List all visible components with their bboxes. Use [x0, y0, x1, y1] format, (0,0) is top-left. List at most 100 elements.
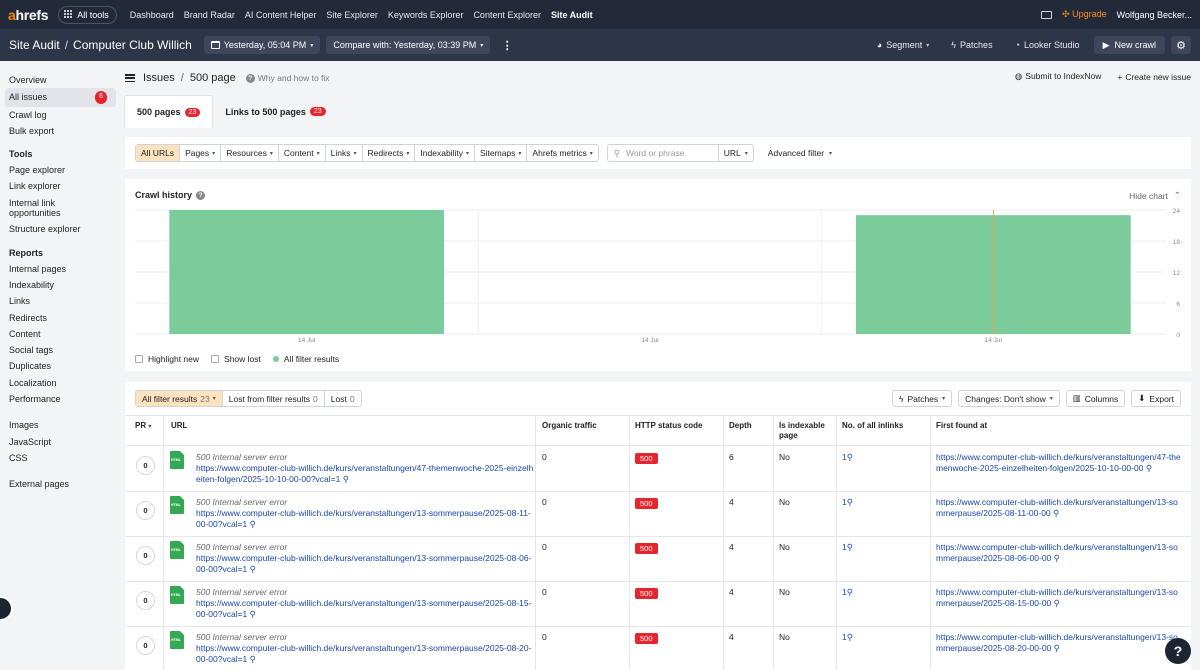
nav-dashboard[interactable]: Dashboard — [125, 10, 179, 20]
section-title[interactable]: Site Audit — [9, 38, 60, 52]
inlinks-link[interactable]: 1⚲ — [842, 587, 853, 598]
table-row[interactable]: 0 HTML 500 Internal server error https://ww… — [125, 582, 1191, 627]
segment-lost-from-filter[interactable]: Lost from filter results 0 — [223, 391, 325, 406]
table-row[interactable]: 0 HTML 500 Internal server error https://ww… — [125, 537, 1191, 582]
filter-all-urls[interactable]: All URLs — [136, 145, 181, 161]
why-how-to-fix-link[interactable]: ? Why and how to fix — [245, 73, 330, 83]
submit-indexnow-button[interactable]: ◍ Submit to IndexNow — [1015, 71, 1102, 82]
url-link[interactable]: https://www.computer-club-willich.de/kur… — [196, 508, 534, 530]
inlinks-link[interactable]: 1⚲ — [842, 452, 853, 463]
export-button[interactable]: ⬇ Export — [1131, 390, 1181, 407]
search-icon[interactable]: ⚲ — [250, 519, 256, 529]
search-icon[interactable]: ⚲ — [250, 654, 256, 664]
url-link[interactable]: https://www.computer-club-willich.de/kur… — [196, 643, 534, 665]
nav-content-explorer[interactable]: Content Explorer — [468, 10, 546, 20]
sidebar-item-structure-explorer[interactable]: Structure explorer — [0, 221, 116, 237]
date-selector[interactable]: Yesterday, 05:04 PM ▾ — [203, 36, 321, 54]
url-link[interactable]: https://www.computer-club-willich.de/kur… — [196, 598, 534, 620]
sidebar-item-external-pages[interactable]: External pages — [0, 476, 116, 492]
first-found-link[interactable]: https://www.computer-club-willich.de/kur… — [936, 542, 1181, 564]
col-is-indexable[interactable]: Is indexable page — [779, 421, 834, 441]
nav-keywords-explorer[interactable]: Keywords Explorer — [383, 10, 469, 20]
sidebar-item-bulk-export[interactable]: Bulk export — [0, 123, 116, 139]
columns-button[interactable]: ▥ Columns — [1065, 390, 1126, 407]
col-first-found[interactable]: First found at — [936, 421, 987, 431]
sidebar-item-images[interactable]: Images — [0, 417, 116, 433]
all-tools-button[interactable]: All tools — [58, 5, 117, 24]
sidebar-item-internal-pages[interactable]: Internal pages — [0, 261, 116, 277]
show-lost-checkbox[interactable]: Show lost — [211, 354, 261, 364]
filter-sitemaps[interactable]: Sitemaps ▾ — [475, 145, 528, 161]
url-select[interactable]: URL ▾ — [719, 145, 753, 161]
inlinks-link[interactable]: 1⚲ — [842, 632, 853, 643]
first-found-link[interactable]: https://www.computer-club-willich.de/kur… — [936, 497, 1181, 519]
advanced-filter-button[interactable]: Advanced filter ▾ — [768, 148, 832, 158]
sidebar-item-page-explorer[interactable]: Page explorer — [0, 162, 116, 178]
sidebar-item-duplicates[interactable]: Duplicates — [0, 358, 116, 374]
segment-lost[interactable]: Lost 0 — [325, 391, 361, 406]
settings-button[interactable]: ⚙ — [1171, 36, 1191, 54]
patches-button[interactable]: ϟ Patches — [943, 40, 1000, 50]
filter-links[interactable]: Links ▾ — [326, 145, 363, 161]
sidebar-item-javascript[interactable]: JavaScript — [0, 434, 116, 450]
new-crawl-button[interactable]: ▶ New crawl — [1093, 36, 1165, 54]
chart-bar[interactable] — [169, 210, 445, 334]
nav-site-audit[interactable]: Site Audit — [546, 10, 598, 20]
col-depth[interactable]: Depth — [729, 421, 752, 431]
segment-button[interactable]: ◕ Segment ▾ — [869, 40, 937, 50]
inlinks-link[interactable]: 1⚲ — [842, 542, 853, 553]
sidebar-item-redirects[interactable]: Redirects — [0, 310, 116, 326]
menu-icon[interactable] — [125, 74, 135, 82]
sidebar-item-css[interactable]: CSS — [0, 450, 116, 466]
filter-indexability[interactable]: Indexability ▾ — [415, 145, 475, 161]
col-pr[interactable]: PR ▾ — [135, 421, 151, 432]
filter-redirects[interactable]: Redirects ▾ — [363, 145, 416, 161]
upgrade-link[interactable]: ✣ Upgrade — [1062, 9, 1107, 20]
first-found-link[interactable]: https://www.computer-club-willich.de/kur… — [936, 587, 1181, 609]
changes-dropdown[interactable]: Changes: Don't show ▾ — [958, 390, 1060, 407]
sidebar-item-crawl-log[interactable]: Crawl log — [0, 107, 116, 123]
nav-site-explorer[interactable]: Site Explorer — [321, 10, 383, 20]
more-menu-icon[interactable]: ⋮ — [500, 39, 514, 52]
first-found-link[interactable]: https://www.computer-club-willich.de/kur… — [936, 452, 1181, 474]
sidebar-item-internal-link-opportunities[interactable]: Internal link opportunities — [0, 195, 116, 222]
segment-all-filter-results[interactable]: All filter results 23 ▾ — [136, 391, 223, 406]
filter-content[interactable]: Content ▾ — [279, 145, 326, 161]
search-icon[interactable]: ⚲ — [250, 609, 256, 619]
sidebar-item-all-issues[interactable]: All issues 6 — [5, 88, 116, 107]
nav-ai-content-helper[interactable]: AI Content Helper — [240, 10, 322, 20]
table-row[interactable]: 0 HTML 500 Internal server error https://ww… — [125, 627, 1191, 670]
project-name[interactable]: Computer Club Willich — [73, 38, 192, 52]
inlinks-link[interactable]: 1⚲ — [842, 497, 853, 508]
filter-resources[interactable]: Resources ▾ — [221, 145, 279, 161]
monitor-icon[interactable] — [1041, 10, 1053, 19]
table-row[interactable]: 0 HTML 500 Internal server error https://ww… — [125, 492, 1191, 537]
col-url[interactable]: URL — [171, 421, 187, 431]
col-http-status[interactable]: HTTP status code — [635, 421, 702, 431]
sidebar-item-localization[interactable]: Localization — [0, 375, 116, 391]
create-issue-button[interactable]: + Create new issue — [1117, 72, 1191, 82]
search-icon[interactable]: ⚲ — [343, 474, 349, 484]
sidebar-item-link-explorer[interactable]: Link explorer — [0, 178, 116, 194]
sidebar-item-links[interactable]: Links — [0, 293, 116, 309]
url-link[interactable]: https://www.computer-club-willich.de/kur… — [196, 463, 534, 485]
first-found-link[interactable]: https://www.computer-club-willich.de/kur… — [936, 632, 1181, 654]
sidebar-item-indexability[interactable]: Indexability — [0, 277, 116, 293]
sidebar-item-performance[interactable]: Performance — [0, 391, 116, 407]
col-organic-traffic[interactable]: Organic traffic — [542, 421, 597, 431]
filter-pages[interactable]: Pages ▾ — [180, 145, 222, 161]
col-inlinks[interactable]: No. of all inlinks — [842, 421, 903, 431]
tab-500-pages[interactable]: 500 pages 23 — [124, 95, 214, 128]
ahrefs-logo[interactable]: ahrefs — [8, 7, 49, 23]
looker-studio-button[interactable]: ◔ Looker Studio — [1007, 40, 1088, 50]
filter-ahrefs-metrics[interactable]: Ahrefs metrics ▾ — [527, 145, 597, 161]
help-button[interactable]: ? — [1165, 638, 1191, 664]
tab-links-to-500-pages[interactable]: Links to 500 pages 23 — [213, 95, 337, 128]
compare-selector[interactable]: Compare with: Yesterday, 03:39 PM ▾ — [326, 36, 491, 54]
sidebar-item-content[interactable]: Content — [0, 326, 116, 342]
url-link[interactable]: https://www.computer-club-willich.de/kur… — [196, 553, 534, 575]
search-icon[interactable]: ⚲ — [250, 564, 256, 574]
user-menu[interactable]: Wolfgang Becker... — [1117, 10, 1192, 20]
table-row[interactable]: 0 HTML 500 Internal server error https://ww… — [125, 447, 1191, 492]
patches-dropdown[interactable]: ϟ Patches ▾ — [891, 390, 953, 407]
